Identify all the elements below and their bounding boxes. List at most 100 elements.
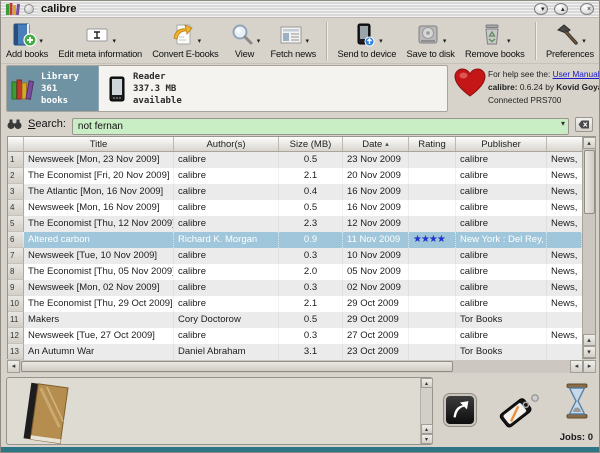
row-number-cell[interactable]: 5 bbox=[8, 216, 24, 232]
table-row[interactable]: 7 Newsweek [Tue, 10 Nov 2009] calibre 0.… bbox=[8, 248, 582, 264]
row-number-cell[interactable]: 13 bbox=[8, 344, 24, 360]
tags-cell[interactable] bbox=[547, 232, 582, 248]
horizontal-scroll-thumb[interactable] bbox=[21, 361, 453, 372]
preferences-button[interactable]: ▾ Preferences bbox=[546, 20, 594, 59]
table-row[interactable]: 6 Altered carbon Richard K. Morgan 0.9 1… bbox=[8, 232, 582, 248]
author-cell[interactable]: calibre bbox=[174, 248, 279, 264]
author-cell[interactable]: calibre bbox=[174, 264, 279, 280]
view-button[interactable]: ▾ View bbox=[229, 20, 261, 59]
row-number-cell[interactable]: 10 bbox=[8, 296, 24, 312]
cover-area[interactable] bbox=[7, 378, 420, 444]
edit-meta-button[interactable]: ▾ Edit meta information bbox=[58, 20, 142, 59]
tags-cell[interactable]: News, bbox=[547, 328, 582, 344]
title-cell[interactable]: The Atlantic [Mon, 16 Nov 2009] bbox=[24, 184, 174, 200]
table-row[interactable]: 8 The Economist [Thu, 05 Nov 2009] calib… bbox=[8, 264, 582, 280]
vertical-scroll-thumb[interactable] bbox=[584, 150, 595, 214]
title-cell[interactable]: The Economist [Thu, 12 Nov 2009] bbox=[24, 216, 174, 232]
chevron-down-icon[interactable]: ▾ bbox=[257, 37, 261, 49]
fetch-news-button[interactable]: ▾ Fetch news bbox=[271, 20, 317, 59]
size-cell[interactable]: 0.9 bbox=[279, 232, 343, 248]
date-cell[interactable]: 02 Nov 2009 bbox=[343, 280, 409, 296]
jobs-button[interactable] bbox=[564, 383, 590, 424]
title-cell[interactable]: The Economist [Fri, 20 Nov 2009] bbox=[24, 168, 174, 184]
donate-button[interactable] bbox=[453, 67, 487, 104]
toggle-tag-browser-button[interactable] bbox=[495, 389, 541, 438]
horizontal-scrollbar[interactable]: ◂ ◂ ▸ bbox=[7, 360, 596, 373]
scroll-up-button[interactable]: ▴ bbox=[583, 137, 596, 149]
vertical-scrollbar[interactable]: ▴ ▴ ▾ bbox=[582, 137, 595, 358]
author-cell[interactable]: calibre bbox=[174, 280, 279, 296]
table-row[interactable]: 3 The Atlantic [Mon, 16 Nov 2009] calibr… bbox=[8, 184, 582, 200]
publisher-cell[interactable]: calibre bbox=[456, 280, 547, 296]
author-cell[interactable]: calibre bbox=[174, 152, 279, 168]
rating-cell[interactable] bbox=[409, 168, 456, 184]
row-number-cell[interactable]: 1 bbox=[8, 152, 24, 168]
convert-ebooks-button[interactable]: ▾ Convert E-books bbox=[152, 20, 218, 59]
row-number-cell[interactable]: 9 bbox=[8, 280, 24, 296]
table-row[interactable]: 11 Makers Cory Doctorow 0.5 29 Oct 2009 … bbox=[8, 312, 582, 328]
size-cell[interactable]: 0.3 bbox=[279, 328, 343, 344]
date-cell[interactable]: 27 Oct 2009 bbox=[343, 328, 409, 344]
device-location-button[interactable]: Reader 337.3 MB available bbox=[99, 66, 192, 111]
chevron-down-icon[interactable]: ▾ bbox=[112, 37, 116, 49]
publisher-cell[interactable]: calibre bbox=[456, 248, 547, 264]
title-cell[interactable]: The Economist [Thu, 05 Nov 2009] bbox=[24, 264, 174, 280]
clear-search-button[interactable] bbox=[575, 117, 593, 132]
author-cell[interactable]: calibre bbox=[174, 184, 279, 200]
close-button[interactable]: × bbox=[580, 3, 594, 15]
title-cell[interactable]: Makers bbox=[24, 312, 174, 328]
chevron-down-icon[interactable]: ▾ bbox=[39, 37, 43, 49]
size-cell[interactable]: 0.3 bbox=[279, 248, 343, 264]
row-number-cell[interactable]: 4 bbox=[8, 200, 24, 216]
tags-cell[interactable]: News, bbox=[547, 152, 582, 168]
header-tags[interactable] bbox=[547, 137, 582, 151]
user-manual-link[interactable]: User Manual bbox=[553, 69, 600, 79]
chevron-down-icon[interactable]: ▾ bbox=[507, 37, 511, 49]
author-cell[interactable]: calibre bbox=[174, 168, 279, 184]
publisher-cell[interactable]: calibre bbox=[456, 264, 547, 280]
publisher-cell[interactable]: calibre bbox=[456, 168, 547, 184]
title-cell[interactable]: Newsweek [Tue, 10 Nov 2009] bbox=[24, 248, 174, 264]
title-cell[interactable]: Newsweek [Mon, 23 Nov 2009] bbox=[24, 152, 174, 168]
date-cell[interactable]: 12 Nov 2009 bbox=[343, 216, 409, 232]
author-cell[interactable]: calibre bbox=[174, 200, 279, 216]
header-rating[interactable]: Rating bbox=[409, 137, 456, 151]
row-number-cell[interactable]: 3 bbox=[8, 184, 24, 200]
save-to-disk-button[interactable]: ▾ Save to disk bbox=[406, 20, 454, 59]
title-cell[interactable]: Newsweek [Tue, 27 Oct 2009] bbox=[24, 328, 174, 344]
date-cell[interactable]: 11 Nov 2009 bbox=[343, 232, 409, 248]
details-scrollbar[interactable]: ▴ ▴ ▾ bbox=[420, 378, 432, 444]
date-cell[interactable]: 20 Nov 2009 bbox=[343, 168, 409, 184]
publisher-cell[interactable]: Tor Books bbox=[456, 312, 547, 328]
size-cell[interactable]: 0.5 bbox=[279, 312, 343, 328]
date-cell[interactable]: 05 Nov 2009 bbox=[343, 264, 409, 280]
table-row[interactable]: 2 The Economist [Fri, 20 Nov 2009] calib… bbox=[8, 168, 582, 184]
publisher-cell[interactable]: Tor Books bbox=[456, 344, 547, 360]
author-cell[interactable]: Richard K. Morgan bbox=[174, 232, 279, 248]
tags-cell[interactable]: News, bbox=[547, 184, 582, 200]
author-cell[interactable]: Cory Doctorow bbox=[174, 312, 279, 328]
rating-cell[interactable] bbox=[409, 216, 456, 232]
size-cell[interactable]: 0.3 bbox=[279, 280, 343, 296]
maximize-button[interactable]: ▴ bbox=[554, 3, 568, 15]
size-cell[interactable]: 0.5 bbox=[279, 200, 343, 216]
rating-cell[interactable] bbox=[409, 248, 456, 264]
tags-cell[interactable]: News, bbox=[547, 264, 582, 280]
row-number-cell[interactable]: 12 bbox=[8, 328, 24, 344]
title-cell[interactable]: Altered carbon bbox=[24, 232, 174, 248]
details-scroll-up[interactable]: ▴ bbox=[421, 378, 433, 388]
scroll-right-button[interactable]: ▸ bbox=[583, 360, 596, 373]
details-scroll-down[interactable]: ▾ bbox=[421, 434, 433, 444]
app-menu-icon[interactable] bbox=[24, 4, 34, 14]
chevron-down-icon[interactable]: ▾ bbox=[582, 37, 586, 49]
tags-cell[interactable]: News, bbox=[547, 216, 582, 232]
date-cell[interactable]: 16 Nov 2009 bbox=[343, 200, 409, 216]
toggle-cover-browser-button[interactable] bbox=[444, 394, 476, 426]
add-books-button[interactable]: ▾ Add books bbox=[6, 20, 48, 59]
row-number-cell[interactable]: 8 bbox=[8, 264, 24, 280]
date-cell[interactable]: 29 Oct 2009 bbox=[343, 296, 409, 312]
publisher-cell[interactable]: calibre bbox=[456, 200, 547, 216]
tags-cell[interactable]: News, bbox=[547, 248, 582, 264]
rating-cell[interactable] bbox=[409, 296, 456, 312]
remove-books-button[interactable]: ▾ Remove books bbox=[465, 20, 525, 59]
